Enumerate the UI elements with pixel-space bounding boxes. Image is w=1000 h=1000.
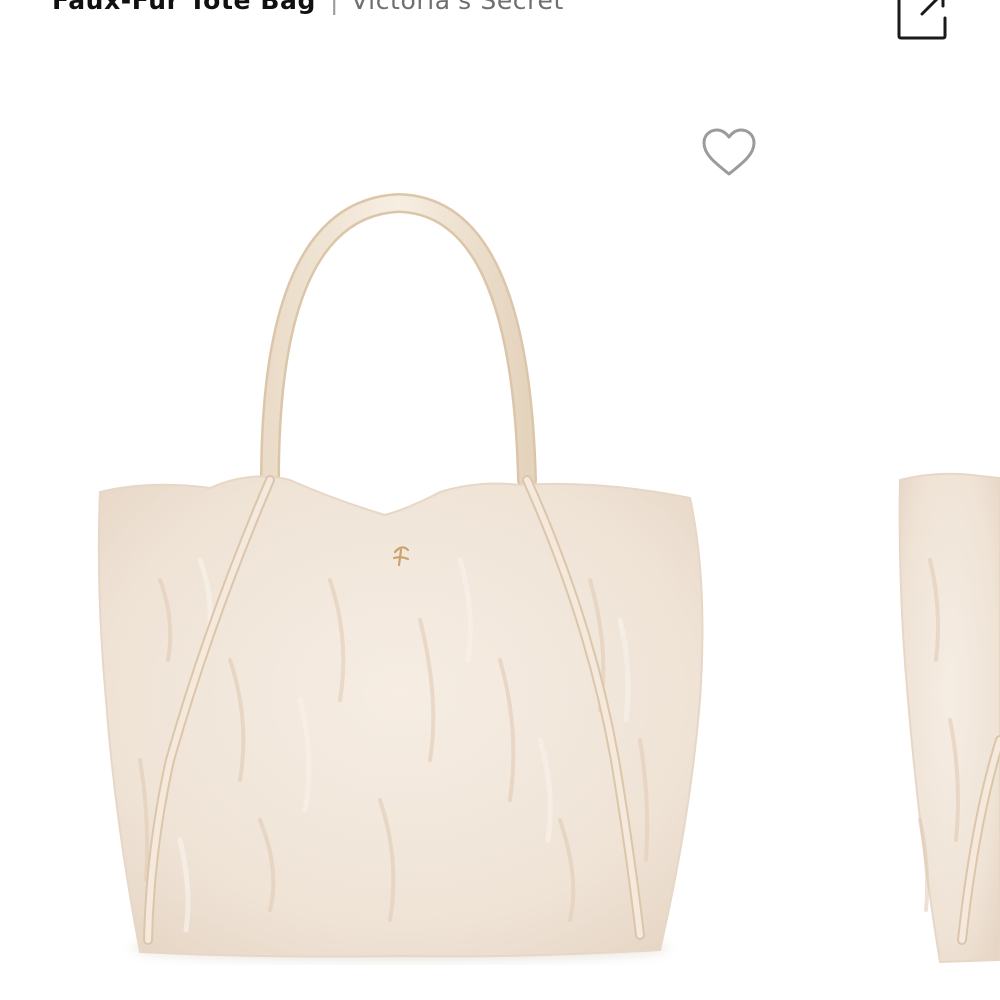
tote-bag-image-peek [898,472,1000,964]
title-separator: | [329,0,340,15]
tote-bag-image [97,192,704,960]
share-button[interactable] [896,0,948,40]
product-title: Faux-Fur Tote Bag [52,0,316,15]
product-header: Faux-Fur Tote Bag | Victoria's Secret [0,0,1000,40]
product-image-main [0,60,800,1000]
brand-name: Victoria's Secret [351,0,564,15]
product-image-next-peek[interactable] [880,60,1000,1000]
heart-outline-icon [702,128,756,176]
product-heading: Faux-Fur Tote Bag | Victoria's Secret [52,0,564,16]
share-icon [897,0,947,40]
product-image-carousel[interactable] [0,60,1000,1000]
product-screen: Faux-Fur Tote Bag | Victoria's Secret [0,0,1000,1000]
favorite-button[interactable] [700,126,758,180]
